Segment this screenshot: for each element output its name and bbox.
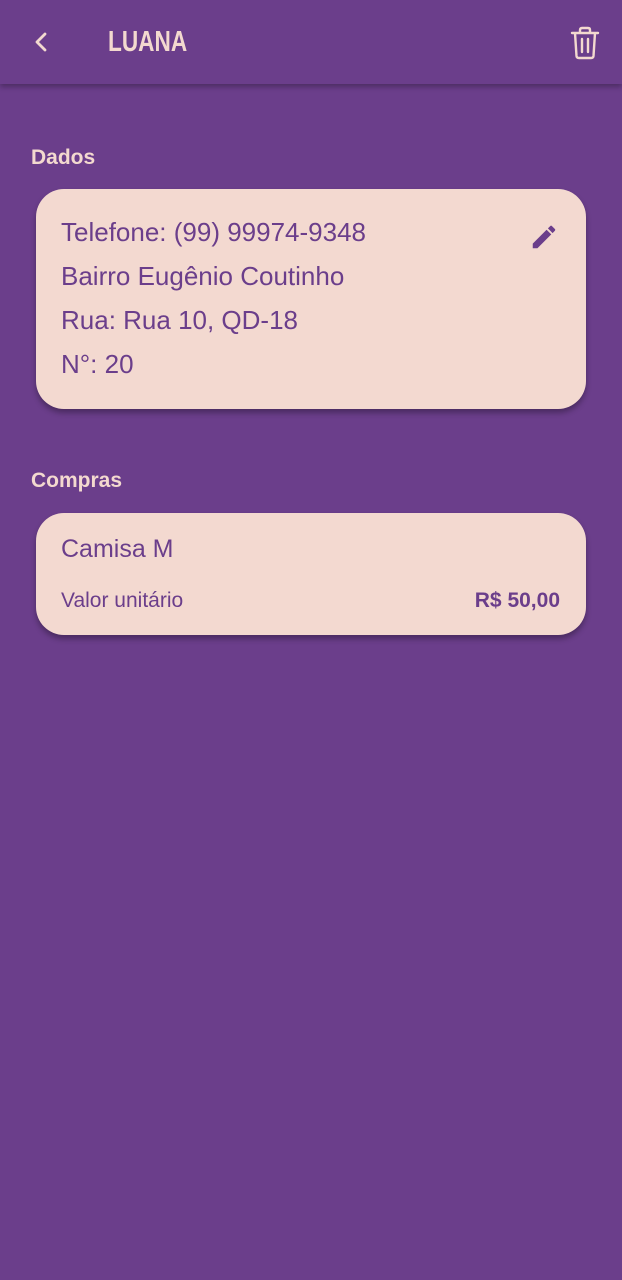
trash-icon <box>570 26 600 60</box>
unit-price-value: R$ 50,00 <box>474 589 560 612</box>
street-text: Rua: Rua 10, QD-18 <box>61 305 299 335</box>
neighborhood-text: Bairro Eugênio Coutinho <box>61 261 345 291</box>
delete-button[interactable] <box>564 22 606 64</box>
client-info-card: Telefone: (99) 99974-9348 Bairro Eugênio… <box>36 189 586 409</box>
number-text: N°: 20 <box>61 349 134 379</box>
section-title-compras: Compras <box>31 469 123 492</box>
page-title: LUANA <box>108 26 188 58</box>
client-detail-screen: LUANA Dados Telefone: (99) 99974-9348 Ba… <box>0 0 622 1280</box>
section-title-dados: Dados <box>31 146 96 169</box>
pencil-icon <box>532 225 556 249</box>
edit-button[interactable] <box>524 217 564 257</box>
app-bar: LUANA <box>0 0 622 84</box>
purchase-card[interactable]: Camisa M Valor unitário R$ 50,00 <box>36 513 586 635</box>
phone-text: Telefone: (99) 99974-9348 <box>61 217 367 247</box>
unit-price-label: Valor unitário <box>61 589 184 612</box>
chevron-left-icon <box>35 32 47 52</box>
back-button[interactable] <box>22 22 62 62</box>
product-name: Camisa M <box>61 535 174 563</box>
